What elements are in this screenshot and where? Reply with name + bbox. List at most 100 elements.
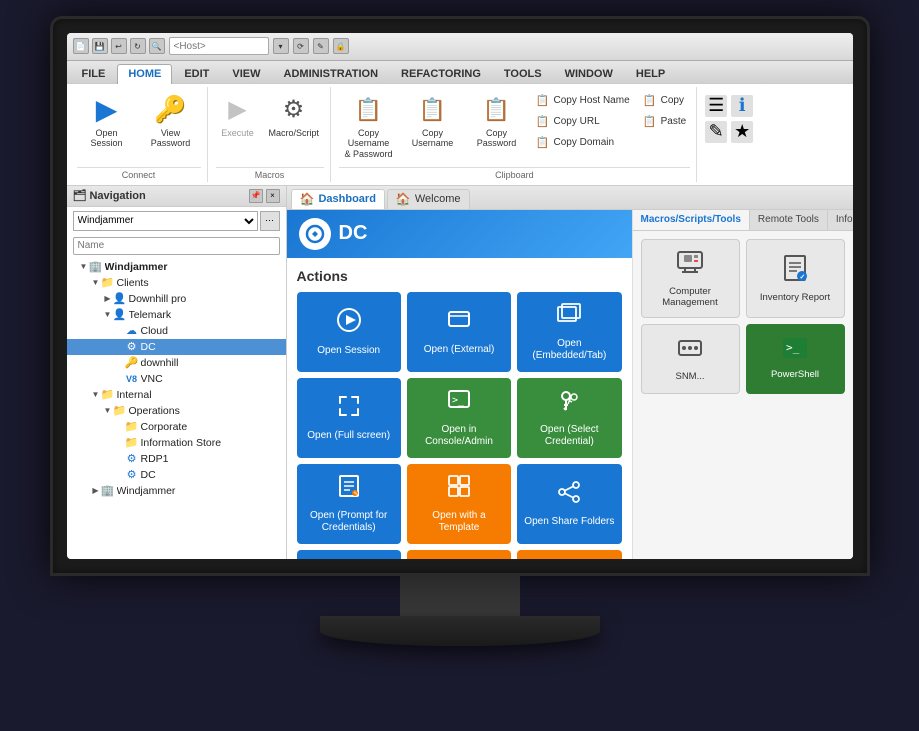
icon-list[interactable]: ☰: [705, 95, 727, 117]
copy-password-button[interactable]: 📋 Copy Password: [467, 91, 527, 153]
tool-computer-management[interactable]: Computer Management: [641, 239, 740, 318]
lock-icon[interactable]: 🔒: [333, 38, 349, 54]
action-row3-1[interactable]: [297, 550, 401, 559]
copy-button[interactable]: 📋 Copy: [638, 91, 691, 111]
tree-arrow-downhill-pro: ▶: [103, 294, 113, 303]
nav-dropdown-select[interactable]: Windjammer: [73, 211, 258, 231]
search-icon[interactable]: 🔍: [149, 38, 165, 54]
dropdown-arrow-icon[interactable]: ▾: [273, 38, 289, 54]
action-open-fullscreen-label: Open (Full screen): [307, 430, 390, 442]
tab-dashboard[interactable]: 🏠 Dashboard: [291, 189, 385, 209]
tab-home[interactable]: HOME: [117, 64, 172, 84]
action-open-fullscreen[interactable]: Open (Full screen): [297, 378, 401, 458]
view-password-icon: 🔑: [155, 94, 187, 126]
action-open-embedded[interactable]: Open (Embedded/Tab): [517, 292, 621, 372]
tab-tools[interactable]: TOOLS: [493, 64, 553, 83]
tree-icon-cloud: ☁: [125, 324, 139, 338]
svg-text:✎: ✎: [353, 491, 357, 497]
ribbon-tabs: FILE HOME EDIT VIEW ADMINISTRATION REFAC…: [67, 61, 853, 83]
tab-welcome[interactable]: 🏠 Welcome: [387, 189, 470, 209]
action-open-share-folders[interactable]: Open Share Folders: [517, 464, 621, 544]
ribbon-group-connect-label: Connect: [77, 167, 201, 180]
tab-edit[interactable]: EDIT: [173, 64, 220, 83]
tree-label-rdp1: RDP1: [141, 453, 286, 465]
host-input[interactable]: [169, 37, 269, 55]
svg-text:>_: >_: [786, 341, 800, 354]
tab-administration[interactable]: ADMINISTRATION: [273, 64, 390, 83]
action-open-external[interactable]: Open (External): [407, 292, 511, 372]
nav-pin-button[interactable]: 📌: [249, 189, 263, 203]
tree-icon-info-store: 📁: [125, 436, 139, 450]
icon-info[interactable]: ℹ: [731, 95, 753, 117]
tree-label-operations: Operations: [129, 405, 286, 417]
tree-item-internal[interactable]: ▼ 📁 Internal: [67, 387, 286, 403]
edit-icon[interactable]: ✎: [313, 38, 329, 54]
tree-item-clients[interactable]: ▼ 📁 Clients: [67, 275, 286, 291]
tool-powershell[interactable]: >_ PowerShell: [746, 324, 845, 394]
monitor-bezel: 📄 💾 ↩ ↻ 🔍 ▾ ⟳ ✎ 🔒 FILE: [50, 16, 870, 576]
tree-item-downhill-pro[interactable]: ▶ 👤 Downhill pro: [67, 291, 286, 307]
copy-user-pass-button[interactable]: 📋 Copy Username & Password: [339, 91, 399, 163]
action-row3-3[interactable]: [517, 550, 621, 559]
copy-password-icon: 📋: [481, 94, 513, 126]
tab-file[interactable]: FILE: [71, 64, 117, 83]
tree-item-telemark[interactable]: ▼ 👤 Telemark: [67, 307, 286, 323]
nav-dropdown-btn[interactable]: ⋯: [260, 211, 280, 231]
refresh-icon[interactable]: ↻: [130, 38, 146, 54]
tab-window[interactable]: WINDOW: [554, 64, 624, 83]
nav-close-button[interactable]: ×: [266, 189, 280, 203]
tree-label-vnc: VNC: [141, 373, 286, 385]
tab-dashboard-label: Dashboard: [318, 193, 375, 205]
tree-item-info-store[interactable]: ▶ 📁 Information Store: [67, 435, 286, 451]
action-open-prompt-credentials[interactable]: ✎ Open (Prompt for Credentials): [297, 464, 401, 544]
action-open-console-admin[interactable]: >_ Open in Console/Admin: [407, 378, 511, 458]
copy-host-name-button[interactable]: 📋 Copy Host Name: [531, 91, 634, 111]
copy-domain-button[interactable]: 📋 Copy Domain: [531, 133, 634, 153]
right-tab-macros[interactable]: Macros/Scripts/Tools: [633, 210, 750, 230]
action-open-select-credential[interactable]: Open (Select Credential): [517, 378, 621, 458]
tree-item-windjammer-child[interactable]: ▶ 🏢 Windjammer: [67, 483, 286, 499]
tree-item-dc-internal[interactable]: ▶ ⚙ DC: [67, 467, 286, 483]
tool-computer-management-icon: [676, 248, 704, 282]
nav-search-input[interactable]: [73, 237, 280, 255]
monitor-stand-neck: [400, 576, 520, 616]
tab-refactoring[interactable]: REFACTORING: [390, 64, 492, 83]
macro-script-button[interactable]: ⚙ Macro/Script: [264, 91, 324, 142]
tab-view[interactable]: VIEW: [221, 64, 271, 83]
copy-username-button[interactable]: 📋 Copy Username: [403, 91, 463, 153]
paste-button[interactable]: 📋 Paste: [638, 112, 691, 132]
connect-icon[interactable]: ⟳: [293, 38, 309, 54]
right-tab-info[interactable]: Info: [828, 210, 853, 230]
view-password-button[interactable]: 🔑 View Password: [141, 91, 201, 153]
tool-inventory-report[interactable]: ✓ Inventory Report: [746, 239, 845, 318]
tree-item-downhill[interactable]: ▶ 🔑 downhill: [67, 355, 286, 371]
copy-url-button[interactable]: 📋 Copy URL: [531, 112, 634, 132]
icon-star[interactable]: ★: [731, 121, 753, 143]
ribbon-group-clipboard-content: 📋 Copy Username & Password 📋 Copy Userna…: [339, 89, 691, 165]
tool-snmp[interactable]: SNM...: [641, 324, 740, 394]
action-open-embedded-label: Open (Embedded/Tab): [523, 338, 615, 362]
dashboard-entry-icon: [299, 218, 331, 250]
icon-edit2[interactable]: ✎: [705, 121, 727, 143]
tree-item-windjammer-root[interactable]: ▼ 🏢 Windjammer: [67, 259, 286, 275]
tree-item-dc[interactable]: ▶ ⚙ DC: [67, 339, 286, 355]
undo-icon[interactable]: ↩: [111, 38, 127, 54]
tree-icon-downhill: 🔑: [125, 356, 139, 370]
tree-item-rdp1[interactable]: ▶ ⚙ RDP1: [67, 451, 286, 467]
execute-button[interactable]: ▶ Execute: [216, 91, 260, 142]
right-tab-remote-tools[interactable]: Remote Tools: [750, 210, 828, 230]
open-session-button[interactable]: ▶ Open Session: [77, 91, 137, 153]
action-row3-2[interactable]: [407, 550, 511, 559]
tree-item-corporate[interactable]: ▶ 📁 Corporate: [67, 419, 286, 435]
doc-icon[interactable]: 📄: [73, 38, 89, 54]
tree-item-vnc[interactable]: ▶ V8 VNC: [67, 371, 286, 387]
tree-label-dc: DC: [141, 341, 286, 353]
tree-item-cloud[interactable]: ▶ ☁ Cloud: [67, 323, 286, 339]
tab-help[interactable]: HELP: [625, 64, 676, 83]
copy-user-pass-icon: 📋: [353, 94, 385, 126]
action-open-session[interactable]: Open Session: [297, 292, 401, 372]
save-icon[interactable]: 💾: [92, 38, 108, 54]
tree-arrow-clients: ▼: [91, 278, 101, 287]
action-open-with-template[interactable]: Open with a Template: [407, 464, 511, 544]
tree-item-operations[interactable]: ▼ 📁 Operations: [67, 403, 286, 419]
